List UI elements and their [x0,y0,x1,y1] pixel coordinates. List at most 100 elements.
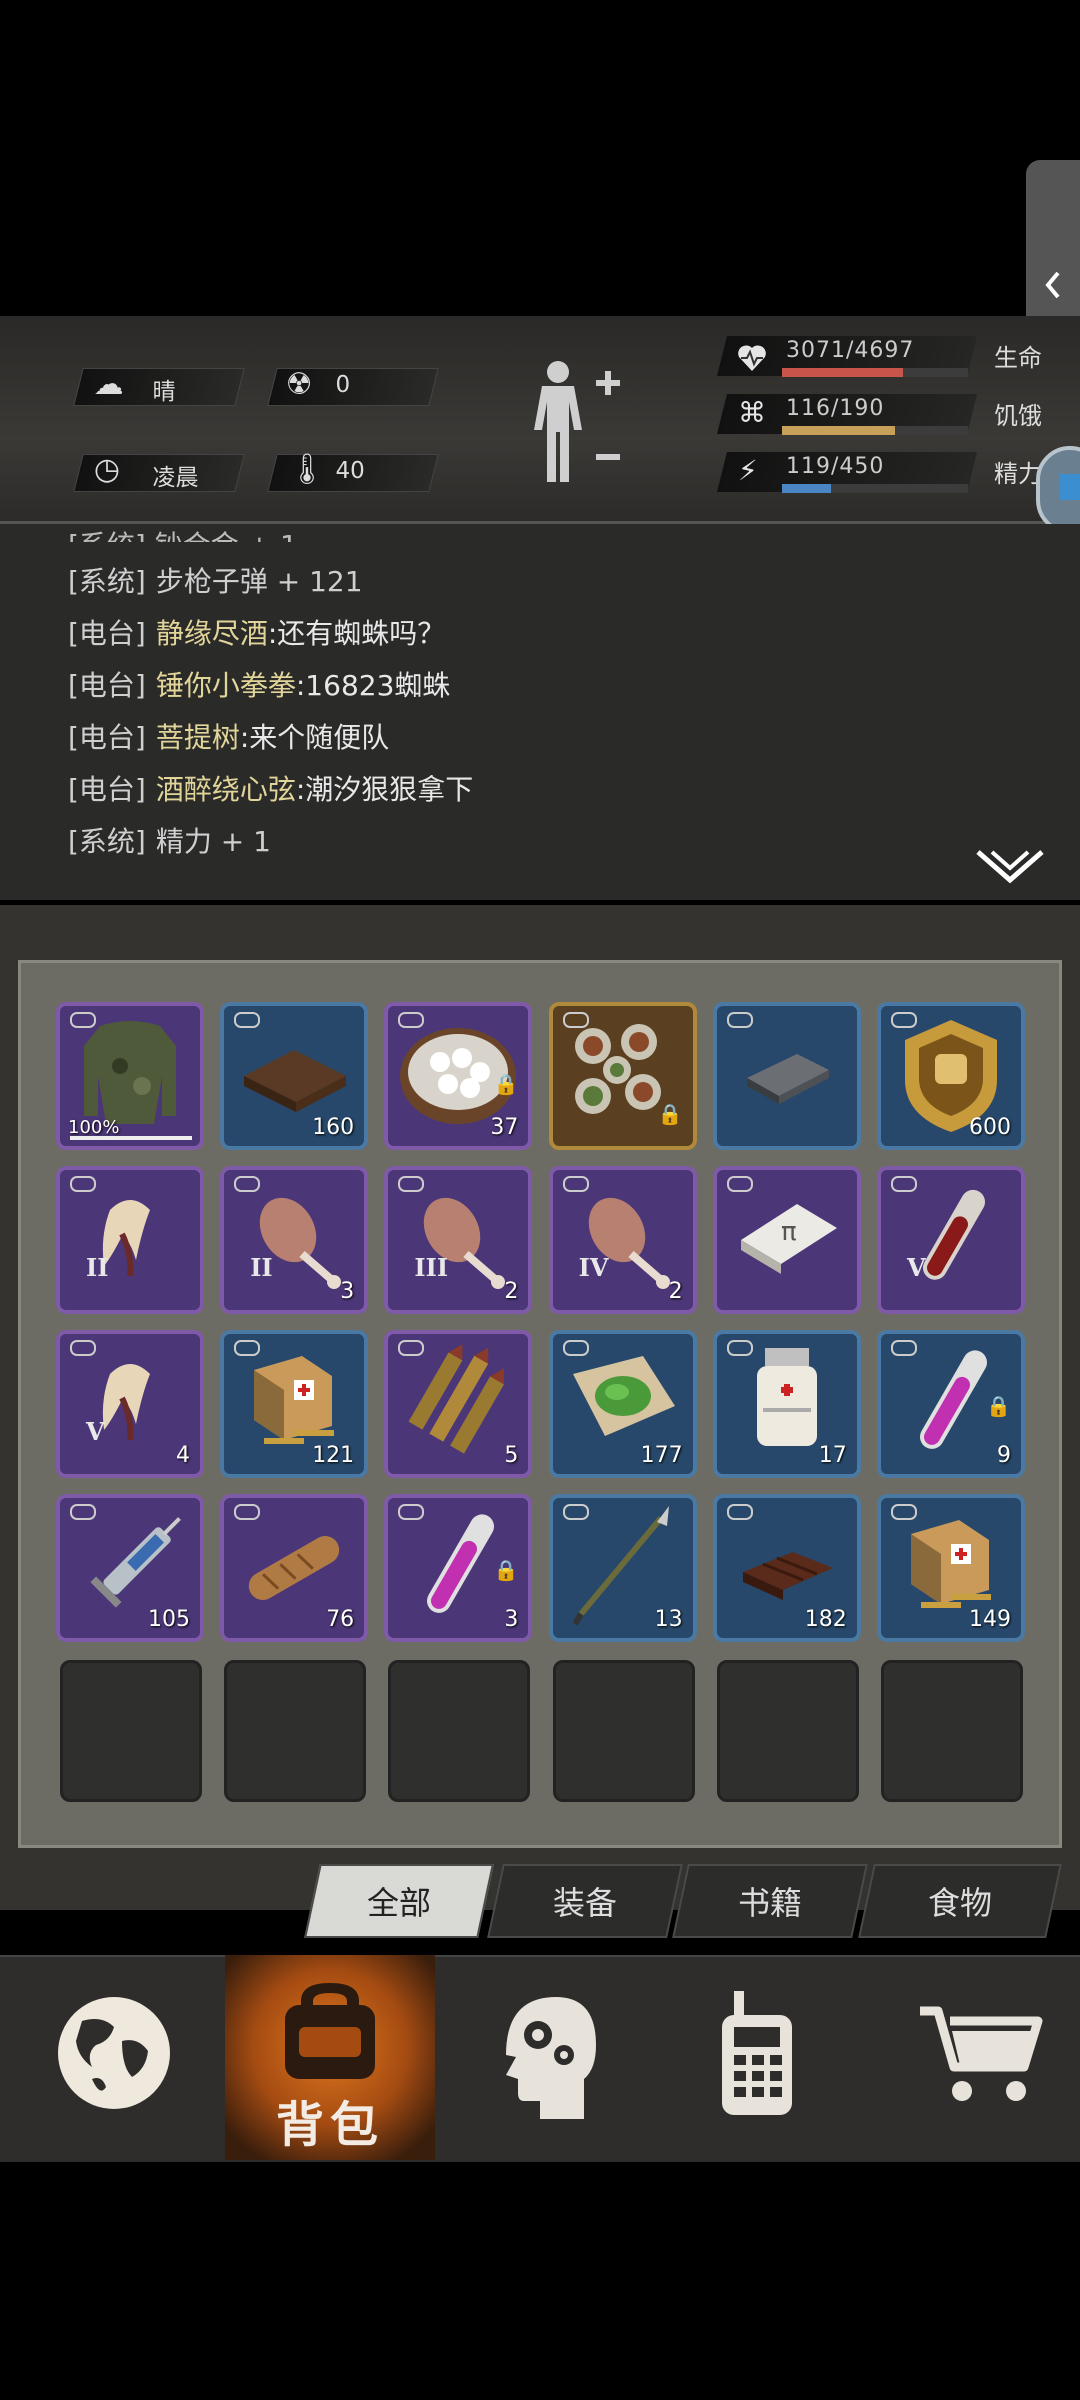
inventory-slot[interactable]: 17 [712,1330,861,1478]
item-quantity: 600 [969,1115,1011,1140]
log-cut-line: [系统] 钞合金 + 1 [68,524,298,542]
tab-all[interactable]: 全部 [304,1864,494,1938]
empty-slot[interactable] [552,1660,695,1802]
stomach-icon: ⌘ [738,396,766,429]
cloud-sun-icon: ☁ [93,367,124,402]
chain-link-icon [70,1176,96,1192]
chain-link-icon [234,1012,261,1028]
inventory-slot[interactable]: 3 II [220,1166,369,1314]
log-line: [电台] 锤你小拳拳:16823蜘蛛 [68,664,450,704]
item-quantity: 2 [668,1279,683,1304]
inventory-slot[interactable]: 149 [877,1494,1025,1642]
inventory-slot[interactable]: V [877,1166,1025,1314]
inventory-slot[interactable]: 177 [548,1330,697,1478]
chain-link-icon [70,1504,96,1520]
item-quantity: 13 [654,1607,683,1632]
log-tag: [电台] [68,773,146,806]
item-quantity: 149 [969,1607,1011,1632]
inventory-slot[interactable]: 2 III [384,1166,533,1314]
expand-down-icon[interactable] [974,846,1046,886]
heart-icon [738,345,766,371]
empty-slot[interactable] [716,1660,859,1802]
item-quantity: 121 [312,1443,355,1468]
health-value: 3071/4697 [786,338,915,363]
health-label: 生命 [994,344,1042,372]
log-tag: [电台] [68,617,146,650]
energy-label: 精力 [994,460,1042,488]
item-tier: II [86,1253,109,1282]
chain-link-icon [234,1340,261,1356]
tab-food[interactable]: 食物 [858,1864,1062,1938]
energy-bar [782,484,968,493]
inventory-slot[interactable]: 13 [548,1494,697,1642]
nav-backpack-button[interactable]: 背包 [225,1955,435,2160]
log-line: [电台] 静缘尽酒:还有蜘蛛吗？ [68,612,445,652]
item-quantity: 182 [804,1607,847,1632]
hunger-bar [782,426,968,435]
tab-label: 食物 [927,1884,992,1922]
durability-value: 100% [68,1117,120,1138]
log-text: 精力 + 1 [155,825,271,858]
nav-radio-button[interactable] [654,1955,864,2160]
inventory-slot[interactable]: 5 [384,1330,533,1478]
chain-link-icon [562,1012,589,1028]
log-sender[interactable]: 静缘尽酒 [156,617,268,650]
inventory-slot[interactable]: 121 [220,1330,369,1478]
inventory-slot[interactable]: 600 [877,1002,1025,1150]
inventory-slot[interactable]: 182 [712,1494,861,1642]
empty-slot[interactable] [388,1660,531,1802]
log-sender[interactable]: 菩提树 [156,721,240,754]
item-tier: III [414,1253,449,1282]
inventory-slot[interactable]: 9 🔒 [877,1330,1025,1478]
cart-icon [920,2006,1043,2101]
log-sender[interactable]: 锤你小拳拳 [156,669,296,702]
nav-shop-button[interactable] [866,1955,1076,2160]
floating-cube-button[interactable] [1036,446,1080,534]
inventory-slot[interactable]: 2 IV [548,1166,697,1314]
inventory-slot[interactable] [712,1002,861,1150]
inventory-slot[interactable]: 3 🔒 [384,1494,533,1642]
inventory-slot[interactable]: π [712,1166,861,1314]
empty-slot[interactable] [60,1660,202,1802]
chain-link-icon [398,1012,425,1028]
lock-icon: 🔒 [493,1072,519,1096]
chain-link-icon [726,1176,753,1192]
item-quantity: 76 [326,1607,355,1632]
chain-link-icon [891,1504,917,1520]
chain-link-icon [562,1340,589,1356]
chain-link-icon [398,1340,425,1356]
chain-link-icon [726,1504,753,1520]
inventory-slot[interactable]: 37 🔒 [384,1002,533,1150]
message-log[interactable]: [系统] 钞合金 + 1 [系统] 步枪子弹 + 121 [电台] 静缘尽酒:还有蜘蛛… [0,524,1080,900]
health-bar [782,368,968,377]
log-tag: [系统] [68,825,146,858]
tab-books[interactable]: 书籍 [672,1864,868,1938]
log-tag: [电台] [68,669,146,702]
inventory-slot[interactable]: 🔒 [548,1002,697,1150]
item-tier: IV [578,1253,609,1282]
energy-value: 119/450 [786,454,885,479]
chain-link-icon [398,1504,425,1520]
globe-icon [58,1997,170,2109]
item-tier: V [86,1417,105,1446]
tab-equipment[interactable]: 装备 [487,1864,683,1938]
inventory-slot[interactable]: II [56,1166,204,1314]
item-quantity: 4 [176,1443,190,1468]
inventory-slot[interactable]: 160 [220,1002,369,1150]
radiation-icon: ☢ [285,367,313,402]
inventory-slot[interactable]: 100% [56,1002,204,1150]
inventory-slot[interactable]: 76 [220,1494,369,1642]
inventory-slot[interactable]: 4V [56,1330,204,1478]
log-text: :潮汐狠狠拿下 [295,773,474,806]
log-sender[interactable]: 酒醉绕心弦 [156,773,296,806]
nav-skills-button[interactable] [436,1955,646,2160]
item-quantity: 3 [340,1279,355,1304]
inventory-slot[interactable]: 105 [56,1494,204,1642]
empty-slot[interactable] [224,1660,367,1802]
log-text: :16823蜘蛛 [295,669,451,702]
empty-slot[interactable] [881,1660,1023,1802]
body-status-button[interactable] [520,358,630,488]
nav-world-button[interactable] [14,1955,224,2160]
hunger-value: 116/190 [786,396,885,421]
item-quantity: 177 [640,1443,683,1468]
